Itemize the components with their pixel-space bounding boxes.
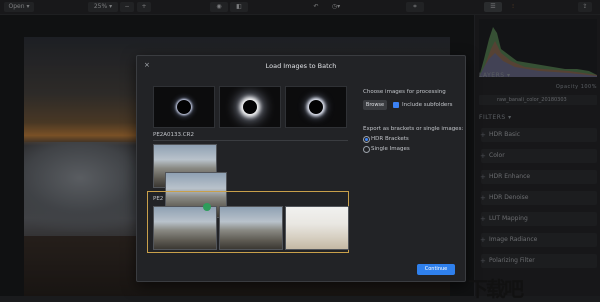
bracket-thumb-1[interactable] (153, 86, 215, 128)
group-2-label: PE2 (153, 196, 164, 202)
bracket-thumb-3[interactable] (285, 86, 347, 128)
group-1-label: PE2A0133.CR2 (153, 132, 194, 138)
dialog-title: Load Images to Batch (265, 62, 337, 70)
watermark-logo: 下载吧 (468, 273, 524, 302)
drop-indicator-icon (203, 203, 211, 211)
watermark-text: 下载吧 (468, 277, 524, 301)
load-images-dialog: × Load Images to Batch PE2A0133.CR2 PE2 … (136, 55, 466, 282)
export-label: Export as brackets or single images: (363, 126, 464, 132)
eclipse-image (177, 100, 191, 114)
bracket-thumb-2[interactable] (219, 86, 281, 128)
landscape-thumb-5[interactable] (285, 206, 349, 250)
landscape-thumb-3[interactable] (153, 206, 217, 250)
browse-button[interactable]: Browse (363, 100, 387, 110)
eclipse-image (309, 100, 323, 114)
divider (153, 140, 348, 141)
include-subfolders-label: Include subfolders (402, 102, 453, 108)
choose-images-label: Choose images for processing (363, 89, 446, 95)
landscape-thumb-4[interactable] (219, 206, 283, 250)
hdr-brackets-radio[interactable] (363, 136, 370, 143)
include-subfolders-checkbox[interactable] (393, 102, 399, 108)
single-images-label: Single Images (371, 146, 410, 152)
hdr-brackets-label: HDR Brackets (371, 136, 409, 142)
single-images-radio[interactable] (363, 146, 370, 153)
eclipse-image (243, 100, 257, 114)
continue-button[interactable]: Continue (417, 264, 455, 275)
